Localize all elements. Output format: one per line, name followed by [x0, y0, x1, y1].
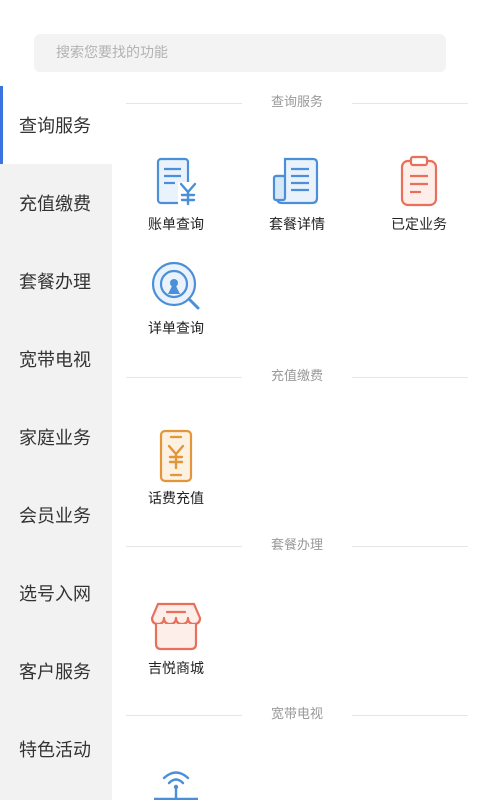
sidebar-item-recharge[interactable]: 充值缴费 — [0, 164, 112, 242]
bill-query-tile[interactable]: 账单查询 — [126, 154, 226, 246]
sidebar-item-label: 选号入网 — [19, 584, 91, 605]
bill-icon — [156, 157, 198, 206]
sidebar-item-member[interactable]: 会员业务 — [0, 476, 112, 554]
detail-query-tile[interactable]: 详单查询 — [126, 258, 226, 350]
magnifier-icon — [151, 261, 200, 310]
sidebar-item-query[interactable]: 查询服务 — [0, 86, 112, 164]
search-bar[interactable] — [34, 34, 446, 72]
shop-icon — [150, 602, 202, 651]
wifi-router-icon — [154, 771, 198, 800]
tile-label: 账单查询 — [148, 217, 204, 233]
phone-recharge-tile[interactable]: 话费充值 — [126, 428, 226, 520]
divider — [352, 546, 468, 547]
divider — [352, 377, 468, 378]
sidebar-item-package[interactable]: 套餐办理 — [0, 242, 112, 320]
section-header-recharge: 充值缴费 — [126, 367, 468, 387]
sidebar-item-label: 宽带电视 — [19, 350, 91, 371]
sidebar-item-broadband[interactable]: 宽带电视 — [0, 320, 112, 398]
package-detail-tile[interactable]: 套餐详情 — [247, 154, 347, 246]
clipboard-icon — [400, 155, 438, 207]
sidebar-item-family[interactable]: 家庭业务 — [0, 398, 112, 476]
tile-label: 已定业务 — [391, 217, 447, 233]
subscribed-services-tile[interactable]: 已定业务 — [369, 154, 469, 246]
section-header-query: 查询服务 — [126, 93, 468, 113]
tile-label: 详单查询 — [148, 321, 204, 337]
sidebar-item-label: 客户服务 — [19, 662, 91, 683]
sidebar-item-label: 套餐办理 — [19, 272, 91, 293]
sidebar-item-activity[interactable]: 特色活动 — [0, 710, 112, 788]
sidebar-item-number[interactable]: 选号入网 — [0, 554, 112, 632]
section-header-broadband: 宽带电视 — [126, 705, 468, 725]
sidebar-item-label: 查询服务 — [19, 116, 91, 137]
phone-yuan-icon — [159, 429, 193, 483]
document-icon — [272, 157, 319, 205]
divider — [352, 715, 468, 716]
section-header-package: 套餐办理 — [126, 536, 468, 556]
divider — [352, 103, 468, 104]
tile-label: 套餐详情 — [269, 217, 325, 233]
sidebar-item-label: 家庭业务 — [19, 428, 91, 449]
category-sidebar: 查询服务 充值缴费 套餐办理 宽带电视 家庭业务 会员业务 选号入网 客户服务 … — [0, 86, 112, 800]
sidebar-item-service[interactable]: 客户服务 — [0, 632, 112, 710]
search-input[interactable] — [34, 34, 446, 72]
mall-tile[interactable]: 吉悦商城 — [126, 598, 226, 690]
sidebar-item-label: 充值缴费 — [19, 194, 91, 215]
tile-label: 话费充值 — [148, 491, 204, 507]
sidebar-item-label: 会员业务 — [19, 506, 91, 527]
tile-label: 吉悦商城 — [148, 661, 204, 677]
sidebar-item-label: 特色活动 — [19, 740, 91, 761]
function-panel: 查询服务 账单查询 套餐详情 已定业务 详单查询 充值缴费 话费充值 套餐办理 … — [112, 86, 480, 800]
